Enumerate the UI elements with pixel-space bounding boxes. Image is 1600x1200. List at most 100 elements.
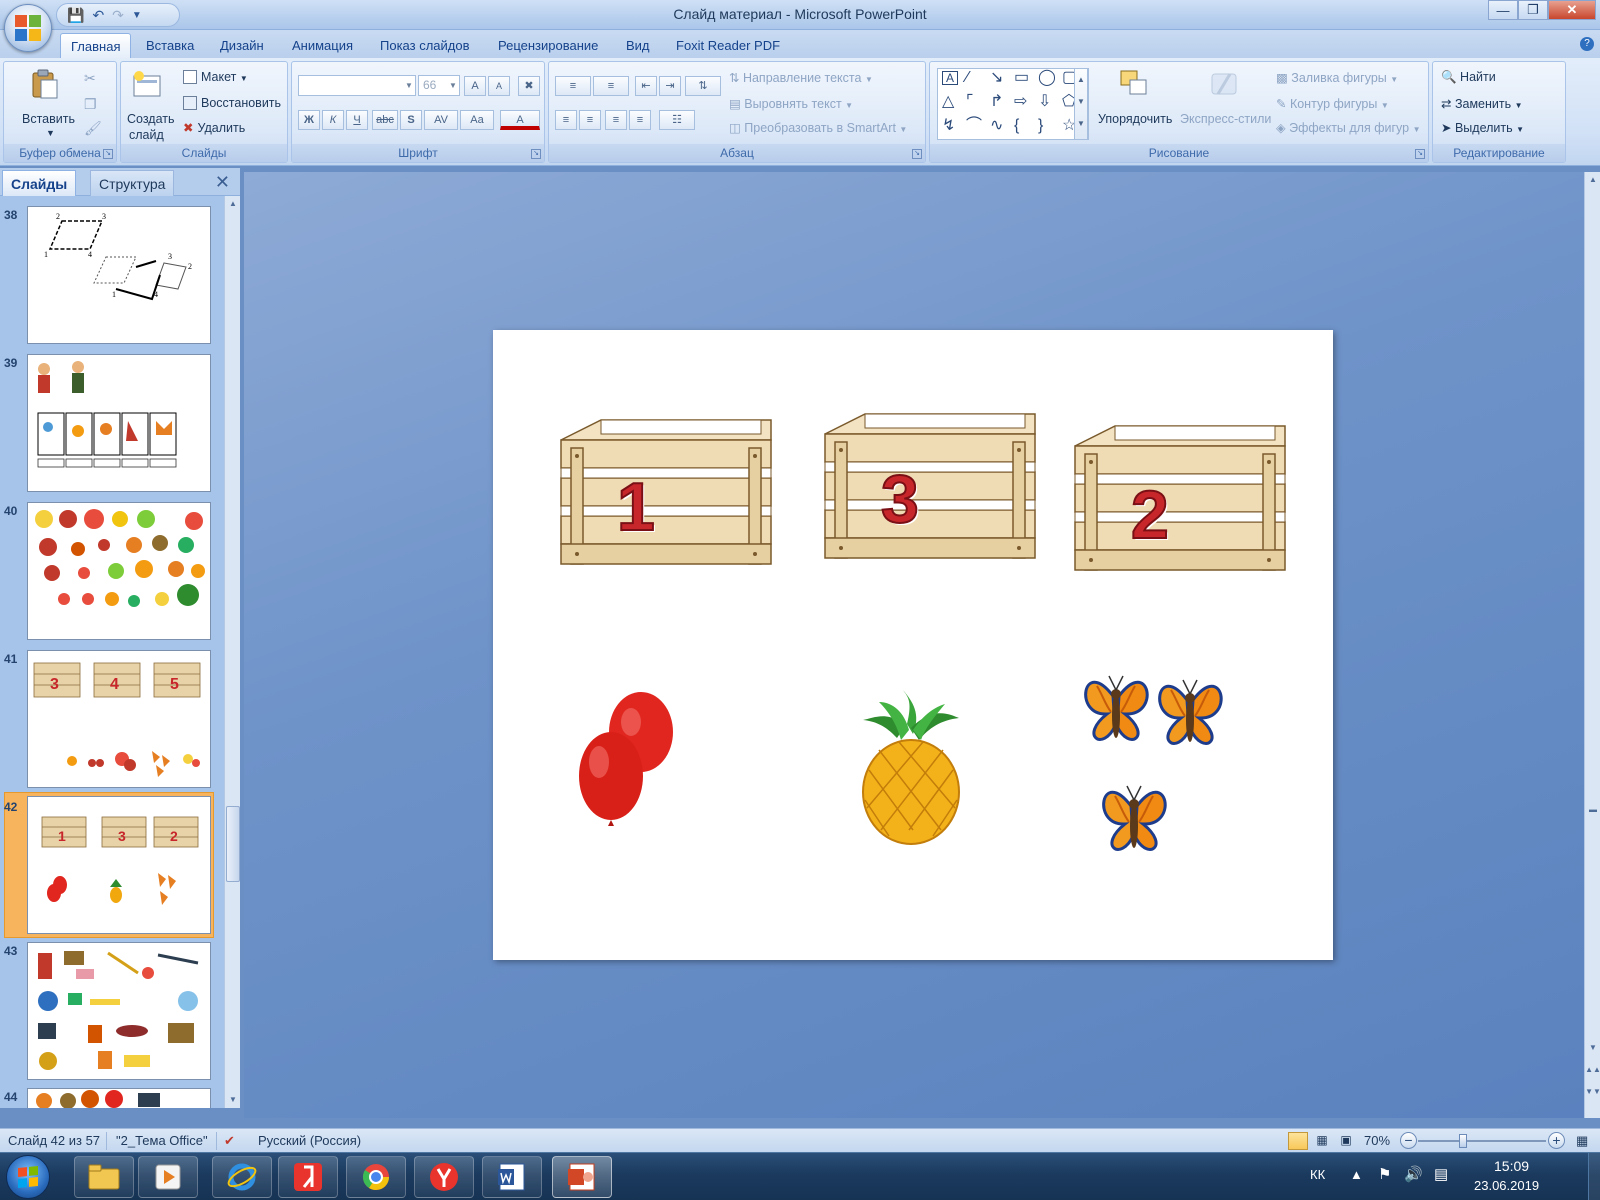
tab-view[interactable]: Вид: [626, 38, 650, 53]
scroll-down-icon[interactable]: ▼: [225, 1092, 241, 1108]
oval-shape-icon[interactable]: ◯: [1038, 69, 1056, 87]
tab-design[interactable]: Дизайн: [220, 38, 264, 53]
media-player-taskbar-icon[interactable]: [138, 1156, 198, 1198]
theme-name[interactable]: "2_Тема Office": [116, 1133, 208, 1148]
line-spacing-icon[interactable]: ⇅: [685, 76, 721, 96]
language-indicator[interactable]: Русский (Россия): [258, 1133, 361, 1148]
font-name-combo[interactable]: ▼: [298, 75, 416, 96]
down-arrow-shape-icon[interactable]: ⇩: [1038, 93, 1051, 111]
arrow-shape-icon[interactable]: ↘: [990, 69, 1003, 87]
slide-thumbnail-41[interactable]: 3 4 5: [27, 650, 211, 788]
clipboard-launcher-icon[interactable]: ↘: [103, 149, 113, 159]
slide-thumbnail-38[interactable]: 2 3 1 4 1 4 3 2: [27, 206, 211, 344]
close-button[interactable]: ✕: [1548, 0, 1596, 20]
new-slide-button-line2[interactable]: слайд: [129, 128, 164, 142]
maximize-button[interactable]: ❐: [1518, 0, 1548, 20]
slide-thumbnail-43[interactable]: [27, 942, 211, 1080]
fit-to-window-icon[interactable]: ▦: [1576, 1133, 1588, 1149]
clock-date[interactable]: 23.06.2019: [1474, 1178, 1539, 1193]
select-button[interactable]: ➤ Выделить ▼: [1441, 120, 1524, 135]
keyboard-language[interactable]: КК: [1310, 1167, 1325, 1182]
increase-indent-icon[interactable]: ⇥: [659, 76, 681, 96]
font-size-dropdown-icon[interactable]: ▼: [447, 76, 459, 95]
drawing-launcher-icon[interactable]: ↘: [1415, 149, 1425, 159]
new-slide-button-line1[interactable]: Создать: [127, 112, 175, 126]
arc-shape-icon[interactable]: ⌒: [966, 117, 982, 135]
network-icon[interactable]: ▤: [1434, 1165, 1448, 1183]
tab-animation[interactable]: Анимация: [292, 38, 353, 53]
close-panel-icon[interactable]: ✕: [215, 172, 230, 193]
word-taskbar-icon[interactable]: [482, 1156, 542, 1198]
char-spacing-button[interactable]: AV: [424, 110, 458, 130]
align-center-icon[interactable]: ≡: [579, 110, 601, 130]
align-right-icon[interactable]: ≡: [605, 110, 627, 130]
shape-effects-button[interactable]: ◈ Эффекты для фигур ▼: [1276, 120, 1421, 135]
slide-thumbnail-39[interactable]: [27, 354, 211, 492]
shapes-gallery[interactable]: A ∕ ↘ ▭ ◯ ▢ △ ⌜ ↱ ⇨ ⇩ ⬠ ↯ ⌒ ∿ { } ☆: [937, 68, 1089, 140]
text-direction-button[interactable]: ⇅ Направление текста ▼: [729, 70, 873, 85]
quick-styles-button[interactable]: Экспресс-стили: [1180, 112, 1271, 126]
office-button[interactable]: [4, 4, 52, 52]
decrease-indent-icon[interactable]: ⇤: [635, 76, 657, 96]
slide-thumbnail-44[interactable]: [27, 1088, 211, 1108]
paste-button[interactable]: Вставить: [22, 112, 75, 126]
smartart-button[interactable]: ◫ Преобразовать в SmartArt ▼: [729, 120, 907, 135]
volume-icon[interactable]: 🔊: [1404, 1165, 1423, 1183]
current-slide[interactable]: 1 3 2: [493, 330, 1333, 960]
font-name-dropdown-icon[interactable]: ▼: [403, 76, 415, 95]
tab-insert[interactable]: Вставка: [146, 38, 194, 53]
previous-slide-icon[interactable]: ▲▲: [1585, 1062, 1600, 1078]
slideshow-view-icon[interactable]: ▣: [1336, 1132, 1356, 1150]
font-color-button[interactable]: A: [500, 110, 540, 130]
internet-explorer-taskbar-icon[interactable]: [212, 1156, 272, 1198]
right-arrow-shape-icon[interactable]: ⇨: [1014, 93, 1027, 111]
cut-icon[interactable]: ✂: [84, 70, 96, 87]
curve-shape-icon[interactable]: ∿: [990, 117, 1003, 135]
tab-home[interactable]: Главная: [60, 33, 132, 59]
normal-view-icon[interactable]: [1288, 1132, 1308, 1150]
grow-font-button[interactable]: A: [464, 76, 486, 96]
zoom-slider-track[interactable]: [1418, 1140, 1546, 1142]
editor-scroll-up-icon[interactable]: ▲: [1585, 172, 1600, 188]
left-brace-icon[interactable]: {: [1014, 117, 1019, 135]
paragraph-launcher-icon[interactable]: ↘: [912, 149, 922, 159]
shape-fill-button[interactable]: ▩ Заливка фигуры ▼: [1276, 70, 1398, 85]
find-button[interactable]: 🔍 Найти: [1441, 70, 1496, 85]
shrink-font-button[interactable]: A: [488, 76, 510, 96]
layout-button[interactable]: Макет ▼: [183, 70, 248, 84]
underline-button[interactable]: Ч: [346, 110, 368, 130]
start-button[interactable]: [6, 1155, 50, 1199]
chrome-taskbar-icon[interactable]: [346, 1156, 406, 1198]
columns-icon[interactable]: ☷: [659, 110, 695, 130]
textbox-shape-icon[interactable]: A: [942, 71, 958, 85]
justify-icon[interactable]: ≡: [629, 110, 651, 130]
scroll-thumb[interactable]: [226, 806, 240, 882]
zoom-in-icon[interactable]: +: [1548, 1132, 1565, 1149]
clear-format-icon[interactable]: ✖: [518, 76, 540, 96]
delete-slide-button[interactable]: ✖ Удалить: [183, 120, 245, 135]
shadow-button[interactable]: S: [400, 110, 422, 130]
slide-sorter-icon[interactable]: ▦: [1312, 1132, 1332, 1150]
editor-scroll-center-icon[interactable]: ▬: [1585, 802, 1600, 818]
bold-button[interactable]: Ж: [298, 110, 320, 130]
yandex-taskbar-icon[interactable]: [278, 1156, 338, 1198]
copy-icon[interactable]: ❐: [84, 96, 97, 113]
shape-outline-button[interactable]: ✎ Контур фигуры ▼: [1276, 96, 1389, 111]
format-painter-icon[interactable]: 🖌: [84, 120, 102, 137]
replace-button[interactable]: ⇄ Заменить ▼: [1441, 96, 1523, 111]
scroll-up-icon[interactable]: ▲: [225, 196, 241, 212]
clock-time[interactable]: 15:09: [1494, 1158, 1529, 1174]
italic-button[interactable]: К: [322, 110, 344, 130]
zoom-out-icon[interactable]: −: [1400, 1132, 1417, 1149]
editor-scrollbar[interactable]: ▲ ▬ ▼ ▲▲ ▼▼: [1584, 172, 1600, 1118]
zoom-level[interactable]: 70%: [1364, 1133, 1390, 1148]
show-hidden-icons[interactable]: ▲: [1350, 1167, 1363, 1182]
font-launcher-icon[interactable]: ↘: [531, 149, 541, 159]
action-center-icon[interactable]: ⚑: [1378, 1165, 1391, 1183]
elbow-connector-icon[interactable]: ⌜: [966, 93, 974, 111]
freeform-shape-icon[interactable]: ↯: [942, 117, 955, 135]
powerpoint-taskbar-icon[interactable]: [552, 1156, 612, 1198]
editor-scroll-down-icon[interactable]: ▼: [1585, 1040, 1600, 1056]
tab-outline-panel[interactable]: Структура: [90, 170, 175, 196]
slides-panel-scrollbar[interactable]: ▲ ▼: [224, 196, 240, 1108]
